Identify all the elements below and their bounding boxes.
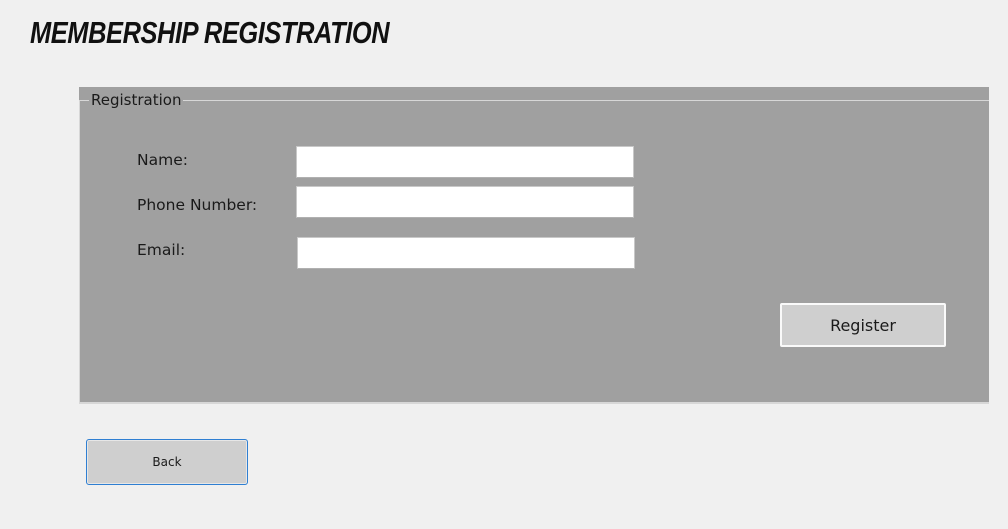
registration-group-legend: Registration [89, 89, 184, 111]
phone-number-input[interactable] [296, 186, 634, 218]
name-label: Name: [137, 151, 188, 169]
back-button[interactable]: Back [86, 439, 248, 485]
group-border-left [79, 100, 80, 403]
email-input[interactable] [297, 237, 635, 269]
name-input[interactable] [296, 146, 634, 178]
group-top-bar [79, 87, 989, 96]
registration-group: Registration Name: Phone Number: Email: … [79, 87, 989, 404]
email-label: Email: [137, 241, 186, 259]
phone-number-label: Phone Number: [137, 196, 258, 214]
group-border-bottom [79, 402, 989, 404]
register-button[interactable]: Register [780, 303, 946, 347]
group-border-top [79, 100, 989, 101]
page-title: MEMBERSHIP REGISTRATION [30, 15, 390, 50]
